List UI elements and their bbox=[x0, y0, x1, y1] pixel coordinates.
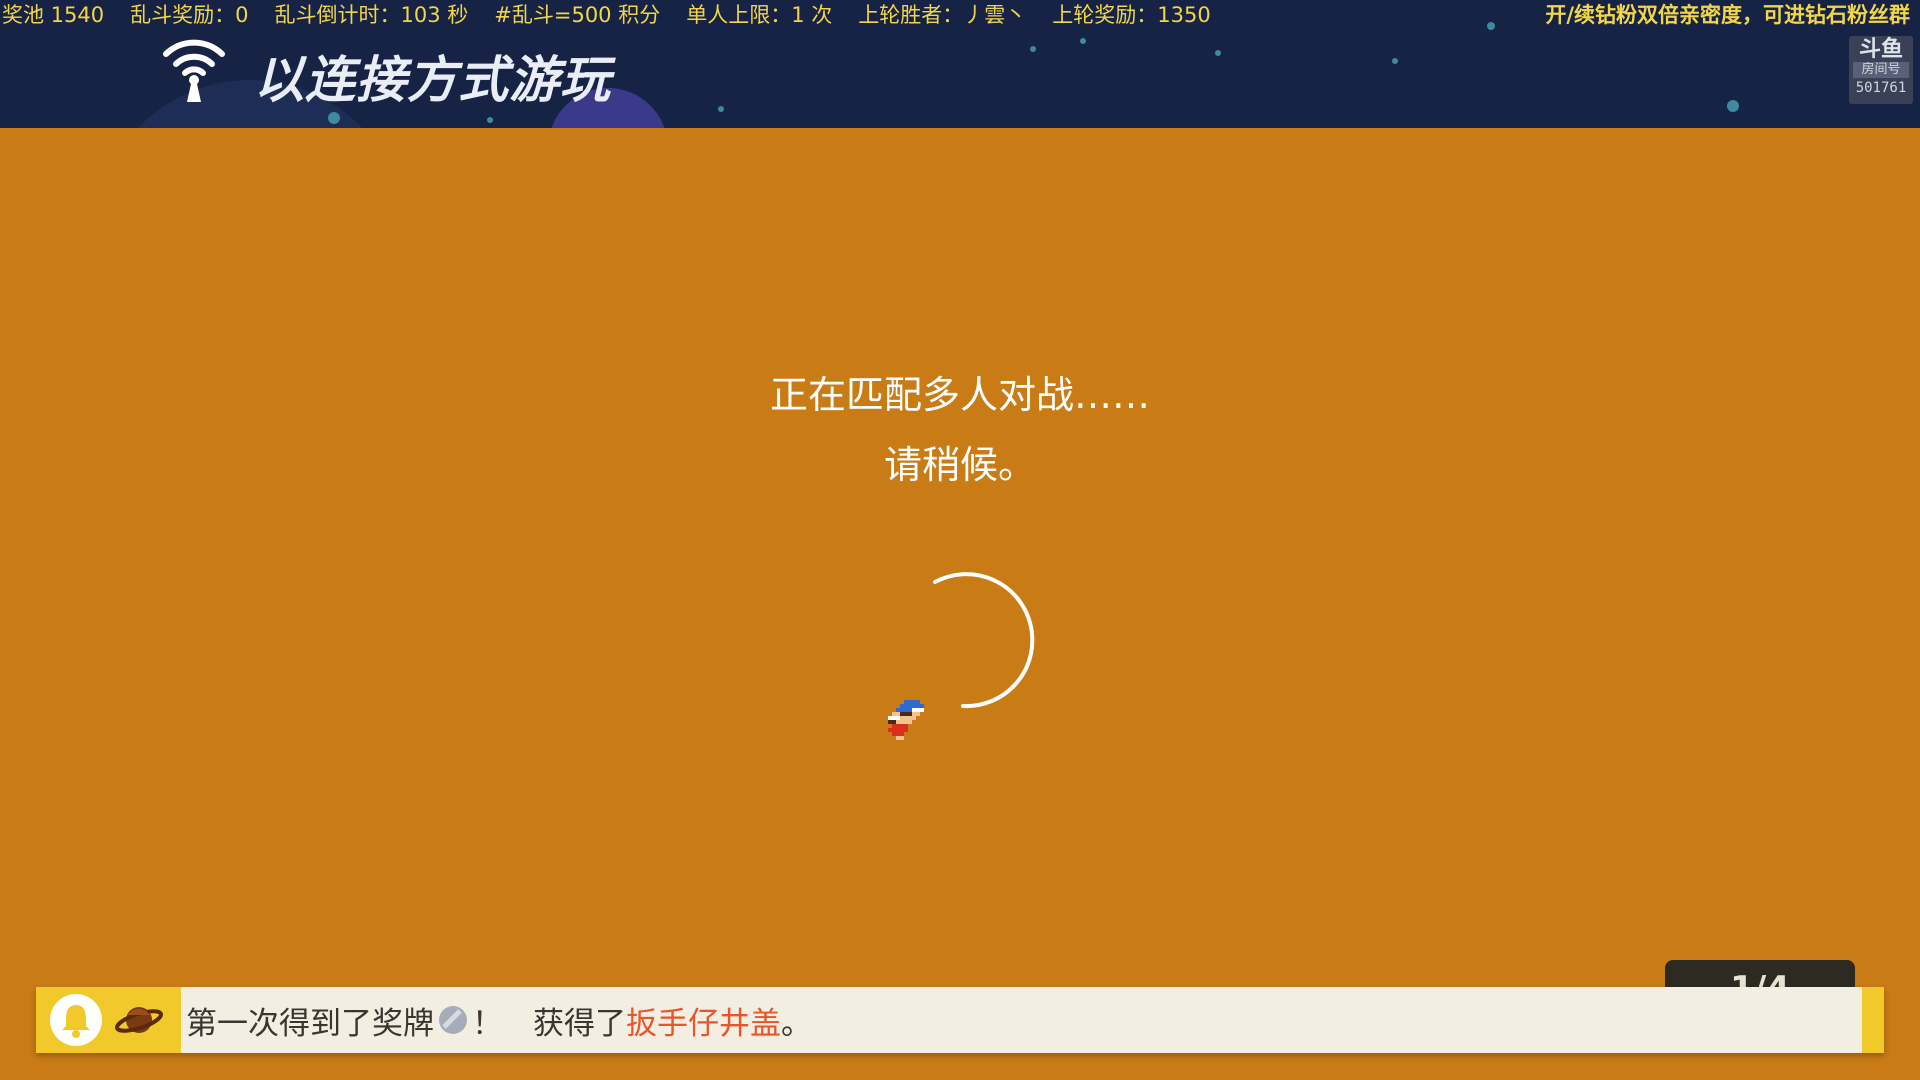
matching-message: 正在匹配多人对战…… bbox=[769, 373, 1150, 417]
decor-star bbox=[1727, 100, 1739, 112]
mario-sprite-icon bbox=[888, 700, 924, 740]
decor-star bbox=[718, 106, 724, 112]
decor-star bbox=[1215, 50, 1221, 56]
room-badge: 斗鱼 房间号 501761 bbox=[1849, 36, 1913, 104]
planet-icon bbox=[115, 1007, 163, 1033]
decor-star bbox=[1487, 22, 1495, 30]
ticker-pool: 奖池 1540 bbox=[2, 3, 105, 27]
notification-icon-panel bbox=[36, 987, 181, 1053]
stream-ticker: 奖池 1540 乱斗奖励：0 乱斗倒计时：103 秒 #乱斗=500 积分 单人… bbox=[0, 0, 1237, 28]
ticker-brawl-reward: 乱斗奖励：0 bbox=[130, 3, 249, 27]
decor-star bbox=[1030, 46, 1036, 52]
notification-part1: 第一次得到了奖牌 bbox=[186, 1005, 434, 1042]
ticker-limit: 单人上限：1 次 bbox=[686, 3, 833, 27]
ticker-points: #乱斗=500 积分 bbox=[494, 3, 661, 27]
notification-accent bbox=[1862, 987, 1884, 1053]
room-logo: 斗鱼 bbox=[1858, 37, 1903, 62]
notification-part2: ！ bbox=[472, 1005, 503, 1042]
wait-message: 请稍候。 bbox=[883, 443, 1036, 487]
notification-bar: 第一次得到了奖牌 ！ 获得了 扳手仔井盖 。 bbox=[36, 987, 1884, 1053]
notification-text: 第一次得到了奖牌 ！ 获得了 扳手仔井盖 。 bbox=[186, 987, 812, 1053]
notification-item-name: 扳手仔井盖 bbox=[626, 1005, 781, 1042]
promo-text: 开/续钻粉双倍亲密度，可进钻石粉丝群 bbox=[1545, 3, 1910, 27]
bell-icon bbox=[50, 994, 102, 1046]
wifi-antenna-icon bbox=[163, 39, 225, 102]
loading-arc-icon bbox=[933, 572, 1035, 709]
header-bar: 奖池 1540 乱斗奖励：0 乱斗倒计时：103 秒 #乱斗=500 积分 单人… bbox=[0, 0, 1920, 128]
ticker-countdown: 乱斗倒计时：103 秒 bbox=[274, 3, 469, 27]
decor-star bbox=[487, 117, 493, 123]
decor-star bbox=[1080, 38, 1086, 44]
notification-part3: 获得了 bbox=[533, 1005, 626, 1042]
decor-star bbox=[1392, 58, 1398, 64]
room-number: 501761 bbox=[1855, 80, 1907, 96]
page-title: 以连接方式游玩 bbox=[254, 51, 611, 109]
decor-star bbox=[328, 112, 340, 124]
silver-medal-icon bbox=[439, 1006, 467, 1034]
notification-part4: 。 bbox=[781, 1005, 812, 1042]
ticker-last-winner: 上轮胜者：丿雲丶 bbox=[858, 3, 1027, 27]
room-label: 房间号 bbox=[1853, 62, 1909, 78]
ticker-last-reward: 上轮奖励：1350 bbox=[1052, 3, 1211, 27]
